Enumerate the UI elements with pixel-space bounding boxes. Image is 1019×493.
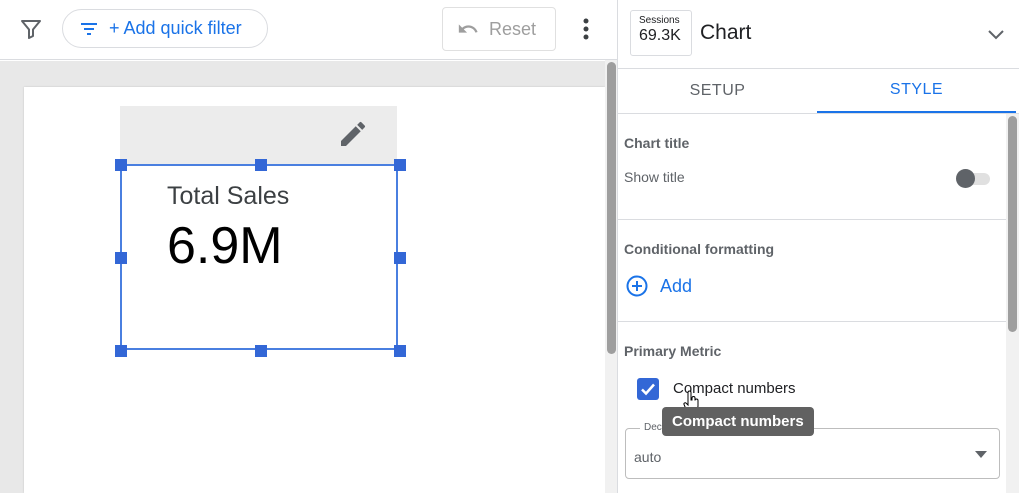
- chart-type-thumbnail[interactable]: Sessions 69.3K: [630, 10, 692, 56]
- report-page: Total Sales 6.9M: [24, 87, 605, 493]
- resize-handle-right[interactable]: [394, 252, 406, 264]
- component-edit-header[interactable]: [120, 106, 397, 164]
- resize-handle-bottom-left[interactable]: [115, 345, 127, 357]
- resize-handle-left[interactable]: [115, 252, 127, 264]
- resize-handle-bottom[interactable]: [255, 345, 267, 357]
- resize-handle-top[interactable]: [255, 159, 267, 171]
- add-conditional-formatting-button[interactable]: Add: [626, 275, 692, 297]
- panel-header: Sessions 69.3K Chart: [618, 0, 1019, 69]
- add-quick-filter-label: + Add quick filter: [109, 18, 242, 38]
- resize-handle-bottom-right[interactable]: [394, 345, 406, 357]
- filter-icon[interactable]: [19, 17, 43, 41]
- add-label: Add: [660, 275, 693, 296]
- chevron-down-icon[interactable]: [984, 22, 1008, 46]
- conditional-formatting-section: Conditional formatting Add: [618, 220, 1006, 322]
- tab-setup[interactable]: SETUP: [618, 69, 817, 113]
- app-root: + Add quick filter Reset Total Sales 6.9…: [0, 0, 1019, 493]
- panel-scrollbar-thumb[interactable]: [1008, 116, 1017, 332]
- compact-numbers-checkbox[interactable]: [637, 378, 659, 400]
- resize-handle-top-left[interactable]: [115, 159, 127, 171]
- resize-handle-top-right[interactable]: [394, 159, 406, 171]
- show-title-label: Show title: [624, 169, 685, 185]
- panel-tabs: SETUP STYLE: [618, 69, 1019, 114]
- report-toolbar: + Add quick filter Reset: [0, 0, 617, 60]
- scorecard-value: 6.9M: [167, 217, 283, 275]
- dropdown-arrow-icon: [975, 451, 987, 458]
- canvas-scrollbar-thumb[interactable]: [607, 62, 616, 354]
- conditional-formatting-heading: Conditional formatting: [624, 241, 775, 257]
- decimal-value: auto: [634, 449, 662, 465]
- chart-thumb-label: Sessions: [639, 15, 680, 26]
- pencil-icon[interactable]: [337, 118, 369, 150]
- reset-label: Reset: [489, 18, 537, 39]
- more-vert-icon[interactable]: [574, 14, 598, 44]
- tab-style[interactable]: STYLE: [817, 69, 1016, 113]
- toggle-knob: [956, 169, 975, 188]
- primary-metric-heading: Primary Metric: [624, 343, 722, 359]
- reset-button[interactable]: Reset: [442, 7, 556, 51]
- canvas-scrollbar[interactable]: [605, 60, 617, 493]
- chart-title-heading: Chart title: [624, 135, 690, 151]
- scorecard-label: Total Sales: [167, 182, 290, 210]
- show-title-toggle[interactable]: [956, 168, 992, 188]
- primary-metric-section: Primary Metric Compact numbers Compact n…: [618, 322, 1006, 493]
- check-icon: [641, 383, 655, 396]
- panel-scrollbar[interactable]: [1006, 114, 1019, 493]
- undo-icon: [458, 24, 478, 33]
- chart-title-section: Chart title Show title: [618, 115, 1006, 220]
- compact-numbers-tooltip: Compact numbers: [662, 407, 814, 436]
- chart-thumb-value: 69.3K: [639, 27, 681, 44]
- report-canvas: Total Sales 6.9M: [0, 61, 605, 493]
- panel-title: Chart: [700, 21, 752, 44]
- add-quick-filter-button[interactable]: + Add quick filter: [62, 9, 268, 48]
- filter-list-icon: [81, 22, 97, 35]
- properties-panel: Sessions 69.3K Chart SETUP STYLE Chart t…: [617, 0, 1019, 493]
- scorecard-chart[interactable]: Total Sales 6.9M: [115, 159, 406, 357]
- add-circle-icon: [626, 275, 648, 297]
